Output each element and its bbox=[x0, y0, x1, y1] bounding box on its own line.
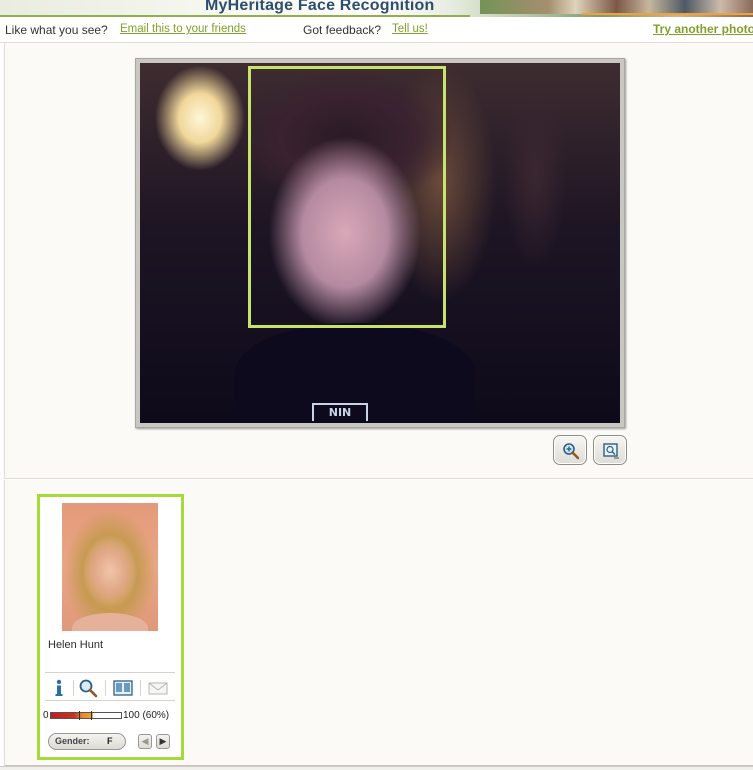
results-panel: Helen Hunt 0 100 (60%) Gender: F ◀ ▶ bbox=[4, 480, 753, 766]
shirt-logo: NIN bbox=[312, 403, 368, 421]
banner-family-photos bbox=[480, 0, 753, 14]
previous-match-button[interactable]: ◀ bbox=[138, 734, 152, 749]
frame-icon bbox=[603, 443, 619, 459]
score-min-label: 0 bbox=[43, 710, 49, 721]
next-match-button[interactable]: ▶ bbox=[156, 734, 170, 749]
match-card[interactable]: Helen Hunt 0 100 (60%) Gender: F ◀ ▶ bbox=[37, 494, 184, 760]
match-photo[interactable] bbox=[62, 503, 158, 631]
arrow-left-icon: ◀ bbox=[141, 736, 149, 746]
similarity-score-fill bbox=[51, 713, 93, 718]
similarity-score-label: 100 (60%) bbox=[123, 710, 170, 721]
feedback-prompt: Got feedback? bbox=[303, 23, 382, 37]
envelope-icon[interactable] bbox=[148, 678, 168, 698]
score-tick bbox=[91, 711, 92, 720]
window-bottom-edge bbox=[0, 766, 753, 770]
arrow-right-icon: ▶ bbox=[159, 736, 167, 746]
gender-label: Gender: bbox=[55, 736, 90, 746]
match-photo-shoulders bbox=[72, 613, 148, 631]
similarity-score-bar bbox=[50, 711, 122, 720]
compare-faces-icon[interactable] bbox=[113, 678, 133, 698]
top-link-bar: Like what you see? Email this to your fr… bbox=[0, 17, 753, 43]
card-action-icons bbox=[45, 677, 175, 699]
icon-separator bbox=[73, 680, 74, 696]
detected-face-box[interactable] bbox=[248, 66, 446, 328]
gender-badge: Gender: F bbox=[48, 733, 126, 750]
email-friends-link[interactable]: Email this to your friends bbox=[120, 23, 246, 35]
info-icon[interactable] bbox=[49, 678, 69, 698]
tell-us-link[interactable]: Tell us! bbox=[392, 23, 428, 35]
search-icon[interactable] bbox=[78, 678, 98, 698]
match-name[interactable]: Helen Hunt bbox=[48, 639, 103, 651]
like-prompt: Like what you see? bbox=[5, 23, 108, 37]
icon-separator bbox=[105, 680, 106, 696]
gender-value: F bbox=[107, 736, 113, 746]
icon-separator bbox=[140, 680, 141, 696]
magnifier-plus-icon bbox=[563, 443, 580, 460]
zoom-in-button[interactable] bbox=[553, 435, 587, 465]
score-tick bbox=[79, 711, 80, 720]
card-divider bbox=[45, 672, 175, 673]
fit-to-frame-button[interactable] bbox=[593, 435, 627, 465]
page: MyHeritage Face Recognition Like what yo… bbox=[0, 0, 753, 770]
photo-panel: NIN bbox=[4, 43, 753, 479]
banner-divider-orange bbox=[582, 13, 753, 15]
header-banner: MyHeritage Face Recognition bbox=[0, 0, 753, 17]
photo-frame: NIN bbox=[135, 58, 625, 428]
card-divider bbox=[45, 700, 175, 701]
uploaded-photo: NIN bbox=[140, 63, 620, 423]
page-title: MyHeritage Face Recognition bbox=[205, 0, 435, 14]
try-another-photo-link[interactable]: Try another photo bbox=[653, 22, 753, 36]
